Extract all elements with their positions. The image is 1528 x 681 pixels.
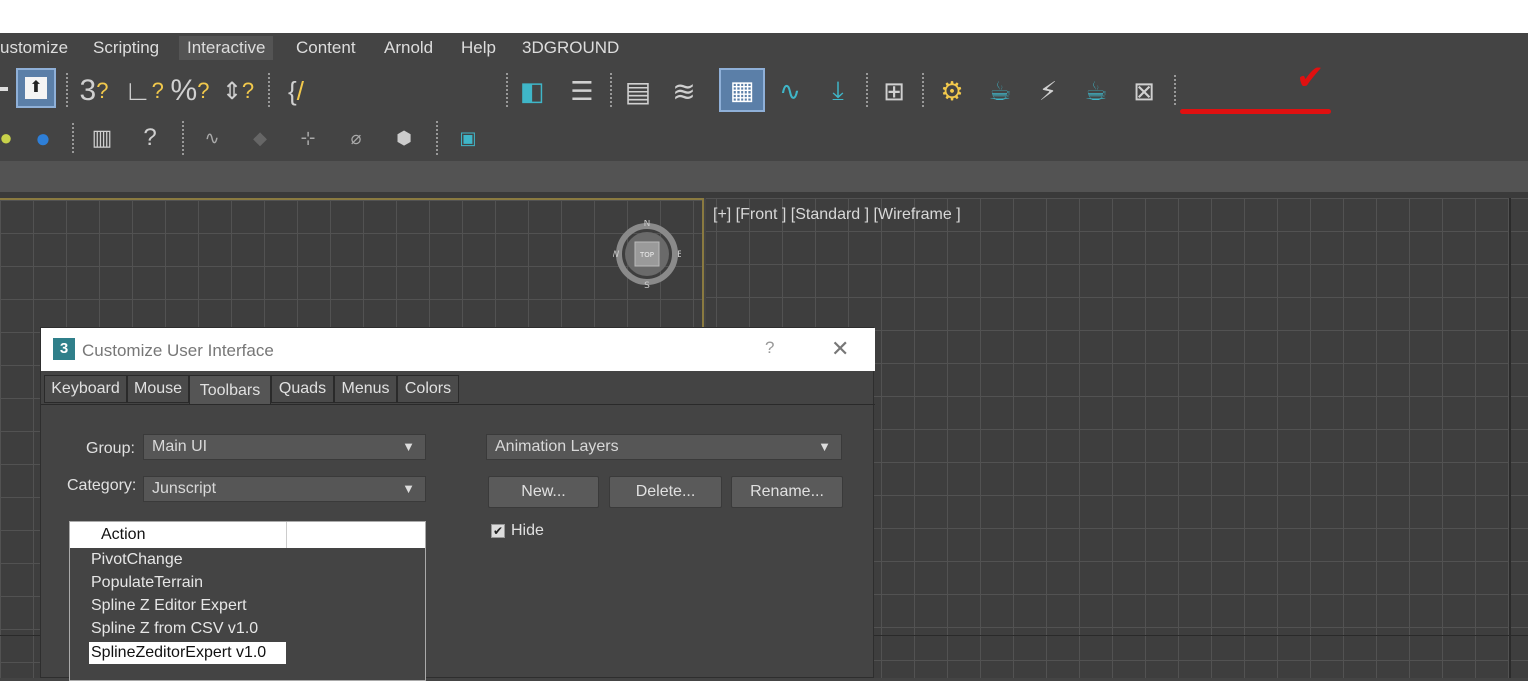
menu-interactive[interactable]: Interactive bbox=[179, 36, 274, 60]
toggle-ribbon-icon[interactable]: ▦ bbox=[719, 68, 765, 112]
script-icon[interactable]: ▣ bbox=[452, 123, 484, 153]
dope-sheet-icon[interactable]: ⤓ bbox=[818, 71, 858, 111]
tab-colors[interactable]: Colors bbox=[397, 375, 459, 403]
render-icon[interactable]: ⚡ bbox=[1028, 71, 1068, 111]
tab-underline bbox=[41, 404, 875, 405]
rendered-frame-icon[interactable]: ☕ bbox=[980, 71, 1020, 111]
ribbon-strip bbox=[0, 161, 1528, 192]
separator bbox=[866, 73, 868, 107]
hide-label: Hide bbox=[511, 522, 544, 539]
list-item[interactable]: Spline Z Editor Expert bbox=[91, 597, 247, 615]
menu-arnold[interactable]: Arnold bbox=[384, 38, 433, 58]
scene-explorer-icon[interactable]: ▤ bbox=[618, 71, 658, 111]
list-item[interactable]: PivotChange bbox=[91, 551, 183, 569]
close-icon[interactable]: ✕ bbox=[831, 336, 849, 362]
separator bbox=[922, 73, 924, 107]
group-value: Main UI bbox=[152, 438, 208, 455]
customize-file-icon[interactable]: ▥ bbox=[84, 121, 120, 155]
toolbar-select-value: Animation Layers bbox=[495, 438, 619, 455]
hide-checkbox[interactable]: ✔ bbox=[491, 524, 505, 538]
tab-quads[interactable]: Quads bbox=[271, 375, 334, 403]
align-icon[interactable]: ☰ bbox=[562, 71, 602, 111]
spinner-snap-icon[interactable]: ⇕? bbox=[218, 73, 258, 109]
dialog-title: Customize User Interface bbox=[82, 341, 274, 360]
tab-toolbars[interactable]: Toolbars bbox=[189, 375, 271, 405]
toolbar-select[interactable]: Animation Layers ▼ bbox=[486, 434, 842, 460]
list-item[interactable]: Spline Z from CSV v1.0 bbox=[91, 620, 258, 638]
separator bbox=[506, 73, 508, 107]
viewport-divider bbox=[1509, 198, 1511, 678]
grid-icon[interactable]: ⊹ bbox=[292, 123, 324, 153]
render-setup-icon[interactable]: ⚙ bbox=[932, 71, 972, 111]
separator bbox=[268, 73, 270, 107]
render-iterative-icon[interactable]: ☕ bbox=[1076, 71, 1116, 111]
category-label: Category: bbox=[67, 477, 137, 494]
customize-ui-dialog: 3 Customize User Interface ? ✕ Keyboard … bbox=[40, 327, 875, 681]
menu-scripting[interactable]: Scripting bbox=[93, 38, 159, 58]
compass-west: W bbox=[613, 250, 620, 260]
menu-3dground[interactable]: 3DGROUND bbox=[522, 38, 619, 58]
mirror-icon[interactable]: ◧ bbox=[512, 71, 552, 111]
list-header-action[interactable]: Action bbox=[101, 526, 145, 544]
category-select[interactable]: Junscript ▼ bbox=[143, 476, 426, 502]
menu-customize[interactable]: ustomize bbox=[0, 38, 68, 58]
separator bbox=[436, 121, 438, 155]
group-label: Group: bbox=[86, 440, 135, 457]
sphere-select-icon[interactable]: ● bbox=[24, 121, 62, 155]
spline-icon[interactable]: ∿ bbox=[196, 123, 228, 153]
separator bbox=[72, 123, 74, 153]
new-button[interactable]: New... bbox=[488, 476, 599, 508]
separator bbox=[610, 73, 612, 107]
category-value: Junscript bbox=[152, 480, 217, 497]
rename-button[interactable]: Rename... bbox=[731, 476, 843, 508]
color-swatch-icon[interactable]: ● bbox=[0, 123, 13, 153]
compass-south: S bbox=[644, 281, 650, 288]
material-editor-icon[interactable]: ⊞ bbox=[874, 71, 914, 111]
menu-help[interactable]: Help bbox=[461, 38, 496, 58]
annotation-underline bbox=[1180, 109, 1331, 114]
angle-snap-icon[interactable]: ∟? bbox=[124, 73, 164, 109]
box-icon[interactable]: ⬢ bbox=[388, 123, 420, 153]
separator bbox=[66, 73, 68, 107]
viewcube-label: TOP bbox=[639, 251, 654, 259]
separator bbox=[1174, 75, 1176, 107]
snap-3d-icon[interactable]: 3? bbox=[74, 73, 114, 109]
named-selection-icon[interactable]: {/ bbox=[276, 73, 316, 109]
viewport-label[interactable]: [+] [Front ] [Standard ] [Wireframe ] bbox=[713, 206, 961, 224]
render-production-icon[interactable]: ⊠ bbox=[1124, 71, 1164, 111]
tab-keyboard[interactable]: Keyboard bbox=[44, 375, 127, 403]
title-area bbox=[0, 0, 1528, 33]
percent-snap-icon[interactable]: %? bbox=[170, 73, 210, 109]
action-list[interactable]: Action PivotChange PopulateTerrain Splin… bbox=[69, 521, 426, 681]
separator bbox=[182, 121, 184, 155]
annotation-check-icon: ✔ bbox=[1296, 59, 1325, 97]
chevron-down-icon: ▼ bbox=[818, 439, 831, 454]
app-icon: 3 bbox=[53, 338, 75, 360]
viewcube-compass-icon[interactable]: TOP N S E W bbox=[613, 220, 681, 288]
chevron-down-icon: ▼ bbox=[402, 481, 415, 496]
layer-explorer-icon[interactable]: ≋ bbox=[664, 71, 704, 111]
delete-button[interactable]: Delete... bbox=[609, 476, 722, 508]
compass-north: N bbox=[644, 220, 651, 229]
list-item[interactable]: PopulateTerrain bbox=[91, 574, 203, 592]
list-item-selected[interactable]: SplineZeditorExpert v1.0 bbox=[89, 642, 286, 664]
curve-editor-icon[interactable]: ∿ bbox=[770, 71, 810, 111]
compass-east: E bbox=[677, 250, 681, 260]
help-icon[interactable]: ? bbox=[132, 121, 168, 155]
chevron-down-icon: ▼ bbox=[402, 439, 415, 454]
tab-mouse[interactable]: Mouse bbox=[127, 375, 189, 403]
group-select[interactable]: Main UI ▼ bbox=[143, 434, 426, 460]
select-move-icon[interactable]: ⬆ bbox=[16, 68, 56, 108]
toolbar-edge-icon bbox=[0, 87, 8, 91]
menu-content[interactable]: Content bbox=[296, 38, 356, 58]
clip-icon[interactable]: ⌀ bbox=[340, 123, 372, 153]
list-header-divider bbox=[286, 522, 287, 548]
shape-icon[interactable]: ◆ bbox=[244, 123, 276, 153]
secondary-toolbar: ● ● ▥ ? ∿ ◆ ⊹ ⌀ ⬢ ▣ bbox=[0, 115, 1528, 161]
tab-menus[interactable]: Menus bbox=[334, 375, 397, 403]
help-icon[interactable]: ? bbox=[765, 338, 774, 358]
